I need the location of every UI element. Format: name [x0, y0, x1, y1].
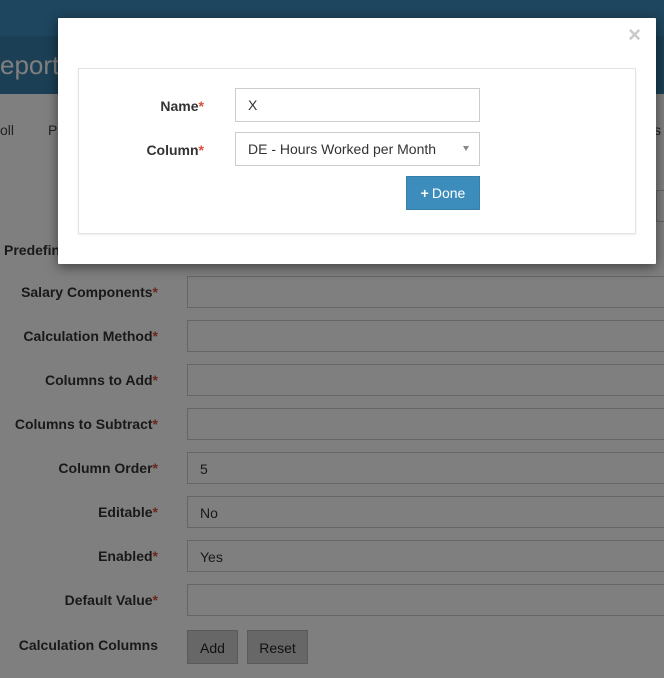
done-label: Done [431, 185, 466, 201]
done-button[interactable]: + Done [406, 176, 480, 210]
close-icon[interactable]: × [628, 22, 641, 48]
column-select[interactable]: DE - Hours Worked per Month [235, 132, 480, 166]
column-select-value: DE - Hours Worked per Month [248, 141, 437, 157]
name-input[interactable]: X [235, 88, 480, 122]
column-modal: × Name* X Column* DE - Hours Worked per … [58, 18, 656, 264]
plus-icon: + [420, 185, 429, 201]
name-label: Name* [160, 98, 204, 114]
modal-form-panel: Name* X Column* DE - Hours Worked per Mo… [78, 68, 636, 234]
column-label: Column* [146, 142, 204, 158]
chevron-down-icon [463, 146, 469, 151]
